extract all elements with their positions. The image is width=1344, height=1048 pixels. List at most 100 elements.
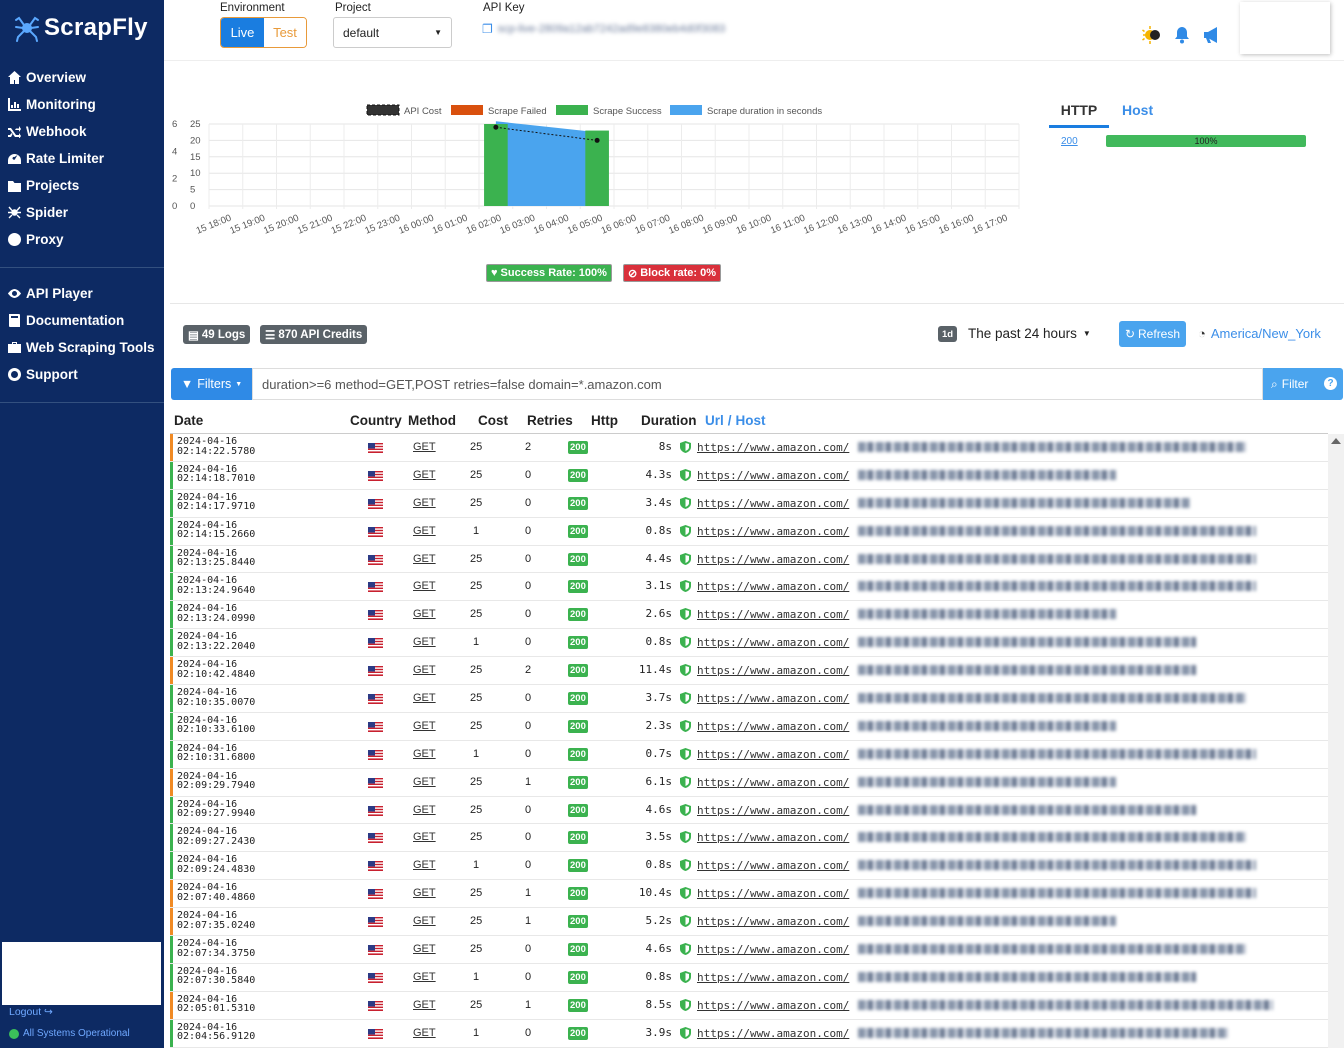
sidebar-item-proxy[interactable]: Proxy — [0, 226, 164, 253]
row-url-link[interactable]: https://www.amazon.com/ — [697, 553, 849, 566]
row-method[interactable]: GET — [413, 692, 436, 704]
help-icon[interactable]: ? — [1324, 377, 1337, 390]
table-row[interactable]: 2024-04-16 02:14:17.9710 GET 25 0 200 3.4… — [170, 489, 1328, 518]
col-http[interactable]: Http — [591, 413, 618, 428]
row-url-link[interactable]: https://www.amazon.com/ — [697, 999, 849, 1012]
row-url-link[interactable]: https://www.amazon.com/ — [697, 943, 849, 956]
row-method[interactable]: GET — [413, 525, 436, 537]
col-retries[interactable]: Retries — [527, 413, 573, 428]
row-url-link[interactable]: https://www.amazon.com/ — [697, 1027, 849, 1040]
table-row[interactable]: 2024-04-16 02:09:27.9940 GET 25 0 200 4.6… — [170, 796, 1328, 825]
env-test-button[interactable]: Test — [264, 18, 306, 47]
col-url[interactable]: Url — [705, 413, 724, 428]
sidebar-item-web-scraping-tools[interactable]: Web Scraping Tools — [0, 334, 164, 361]
row-method[interactable]: GET — [413, 776, 436, 788]
row-url-link[interactable]: https://www.amazon.com/ — [697, 469, 849, 482]
table-row[interactable]: 2024-04-16 02:04:56.9120 GET 1 0 200 3.9s… — [170, 1019, 1328, 1048]
row-url-link[interactable]: https://www.amazon.com/ — [697, 441, 849, 454]
brand-logo[interactable]: ScrapFly — [14, 14, 148, 42]
row-url-link[interactable]: https://www.amazon.com/ — [697, 608, 849, 621]
row-method[interactable]: GET — [413, 608, 436, 620]
sidebar-item-spider[interactable]: Spider — [0, 199, 164, 226]
row-url-link[interactable]: https://www.amazon.com/ — [697, 915, 849, 928]
user-menu-box[interactable] — [1240, 2, 1330, 54]
sidebar-item-projects[interactable]: Projects — [0, 172, 164, 199]
sidebar-item-webhook[interactable]: Webhook — [0, 118, 164, 145]
api-key[interactable]: ❐ scp-live-2809a12ab7242ad9e8380eb4d0f30… — [482, 22, 725, 36]
tab-host[interactable]: Host — [1122, 98, 1153, 118]
col-duration[interactable]: Duration — [641, 413, 697, 428]
timezone-link[interactable]: ◔ America/New_York — [1198, 326, 1321, 341]
row-method[interactable]: GET — [413, 887, 436, 899]
row-url-link[interactable]: https://www.amazon.com/ — [697, 636, 849, 649]
table-row[interactable]: 2024-04-16 02:09:24.4830 GET 1 0 200 0.8s… — [170, 852, 1328, 881]
row-method[interactable]: GET — [413, 804, 436, 816]
row-url-link[interactable]: https://www.amazon.com/ — [697, 971, 849, 984]
row-method[interactable]: GET — [413, 915, 436, 927]
table-row[interactable]: 2024-04-16 02:05:01.5310 GET 25 1 200 8.5… — [170, 991, 1328, 1020]
row-url-link[interactable]: https://www.amazon.com/ — [697, 692, 849, 705]
table-row[interactable]: 2024-04-16 02:13:22.2040 GET 1 0 200 0.8s… — [170, 629, 1328, 658]
row-method[interactable]: GET — [413, 859, 436, 871]
sidebar-item-monitoring[interactable]: Monitoring — [0, 91, 164, 118]
row-method[interactable]: GET — [413, 580, 436, 592]
period-dropdown[interactable]: The past 24 hours ▼ — [968, 326, 1091, 341]
table-row[interactable]: 2024-04-16 02:13:24.9640 GET 25 0 200 3.1… — [170, 573, 1328, 602]
table-row[interactable]: 2024-04-16 02:13:25.8440 GET 25 0 200 4.4… — [170, 545, 1328, 574]
row-method[interactable]: GET — [413, 971, 436, 983]
sidebar-item-overview[interactable]: Overview — [0, 64, 164, 91]
table-row[interactable]: 2024-04-16 02:10:35.0070 GET 25 0 200 3.7… — [170, 685, 1328, 713]
tab-http[interactable]: HTTP — [1049, 98, 1109, 128]
table-row[interactable]: 2024-04-16 02:07:40.4860 GET 25 1 200 10.… — [170, 880, 1328, 909]
logout-link[interactable]: Logout ↪ — [9, 1006, 53, 1018]
copy-icon[interactable]: ❐ — [482, 22, 493, 36]
row-method[interactable]: GET — [413, 748, 436, 760]
project-select[interactable]: default ▼ — [333, 17, 452, 48]
col-cost[interactable]: Cost — [478, 413, 508, 428]
sidebar-item-documentation[interactable]: Documentation — [0, 307, 164, 334]
filters-dropdown-button[interactable]: ▼ Filters ▼ — [171, 368, 252, 400]
row-method[interactable]: GET — [413, 831, 436, 843]
col-date[interactable]: Date — [174, 413, 203, 428]
scroll-up-arrow-icon[interactable] — [1331, 438, 1341, 444]
row-method[interactable]: GET — [413, 664, 436, 676]
row-method[interactable]: GET — [413, 636, 436, 648]
row-url-link[interactable]: https://www.amazon.com/ — [697, 580, 849, 593]
row-url-link[interactable]: https://www.amazon.com/ — [697, 887, 849, 900]
sidebar-item-support[interactable]: Support — [0, 361, 164, 388]
http-code-link[interactable]: 200 — [1061, 136, 1078, 147]
table-row[interactable]: 2024-04-16 02:10:33.6100 GET 25 0 200 2.3… — [170, 712, 1328, 741]
sidebar-item-api-player[interactable]: API Player — [0, 280, 164, 307]
sidebar-item-rate-limiter[interactable]: Rate Limiter — [0, 145, 164, 172]
row-method[interactable]: GET — [413, 469, 436, 481]
filter-query-input[interactable]: duration>=6 method=GET,POST retries=fals… — [252, 368, 1263, 400]
apply-filter-button[interactable]: ⌕ Filter ? — [1263, 368, 1343, 400]
table-row[interactable]: 2024-04-16 02:14:22.5780 GET 25 2 200 8s … — [170, 434, 1328, 462]
col-method[interactable]: Method — [408, 413, 456, 428]
table-row[interactable]: 2024-04-16 02:09:27.2430 GET 25 0 200 3.5… — [170, 824, 1328, 853]
col-host[interactable]: Host — [736, 413, 766, 428]
theme-toggle-icon[interactable] — [1142, 25, 1162, 45]
row-method[interactable]: GET — [413, 720, 436, 732]
table-row[interactable]: 2024-04-16 02:13:24.0990 GET 25 0 200 2.6… — [170, 601, 1328, 630]
row-method[interactable]: GET — [413, 441, 436, 453]
row-method[interactable]: GET — [413, 497, 436, 509]
table-scrollbar[interactable] — [1328, 434, 1344, 1048]
system-status[interactable]: All Systems Operational — [9, 1028, 130, 1039]
row-url-link[interactable]: https://www.amazon.com/ — [697, 804, 849, 817]
notification-bell-icon[interactable] — [1174, 26, 1190, 44]
row-method[interactable]: GET — [413, 1027, 436, 1039]
table-row[interactable]: 2024-04-16 02:10:42.4840 GET 25 2 200 11.… — [170, 657, 1328, 686]
table-row[interactable]: 2024-04-16 02:07:30.5840 GET 1 0 200 0.8s… — [170, 963, 1328, 992]
row-method[interactable]: GET — [413, 553, 436, 565]
row-url-link[interactable]: https://www.amazon.com/ — [697, 748, 849, 761]
row-url-link[interactable]: https://www.amazon.com/ — [697, 720, 849, 733]
table-row[interactable]: 2024-04-16 02:09:29.7940 GET 25 1 200 6.1… — [170, 768, 1328, 797]
env-live-button[interactable]: Live — [221, 18, 264, 47]
row-url-link[interactable]: https://www.amazon.com/ — [697, 859, 849, 872]
table-row[interactable]: 2024-04-16 02:10:31.6800 GET 1 0 200 0.7s… — [170, 740, 1328, 769]
table-row[interactable]: 2024-04-16 02:07:35.0240 GET 25 1 200 5.2… — [170, 908, 1328, 937]
row-url-link[interactable]: https://www.amazon.com/ — [697, 525, 849, 538]
announcement-megaphone-icon[interactable] — [1202, 26, 1222, 44]
row-method[interactable]: GET — [413, 943, 436, 955]
